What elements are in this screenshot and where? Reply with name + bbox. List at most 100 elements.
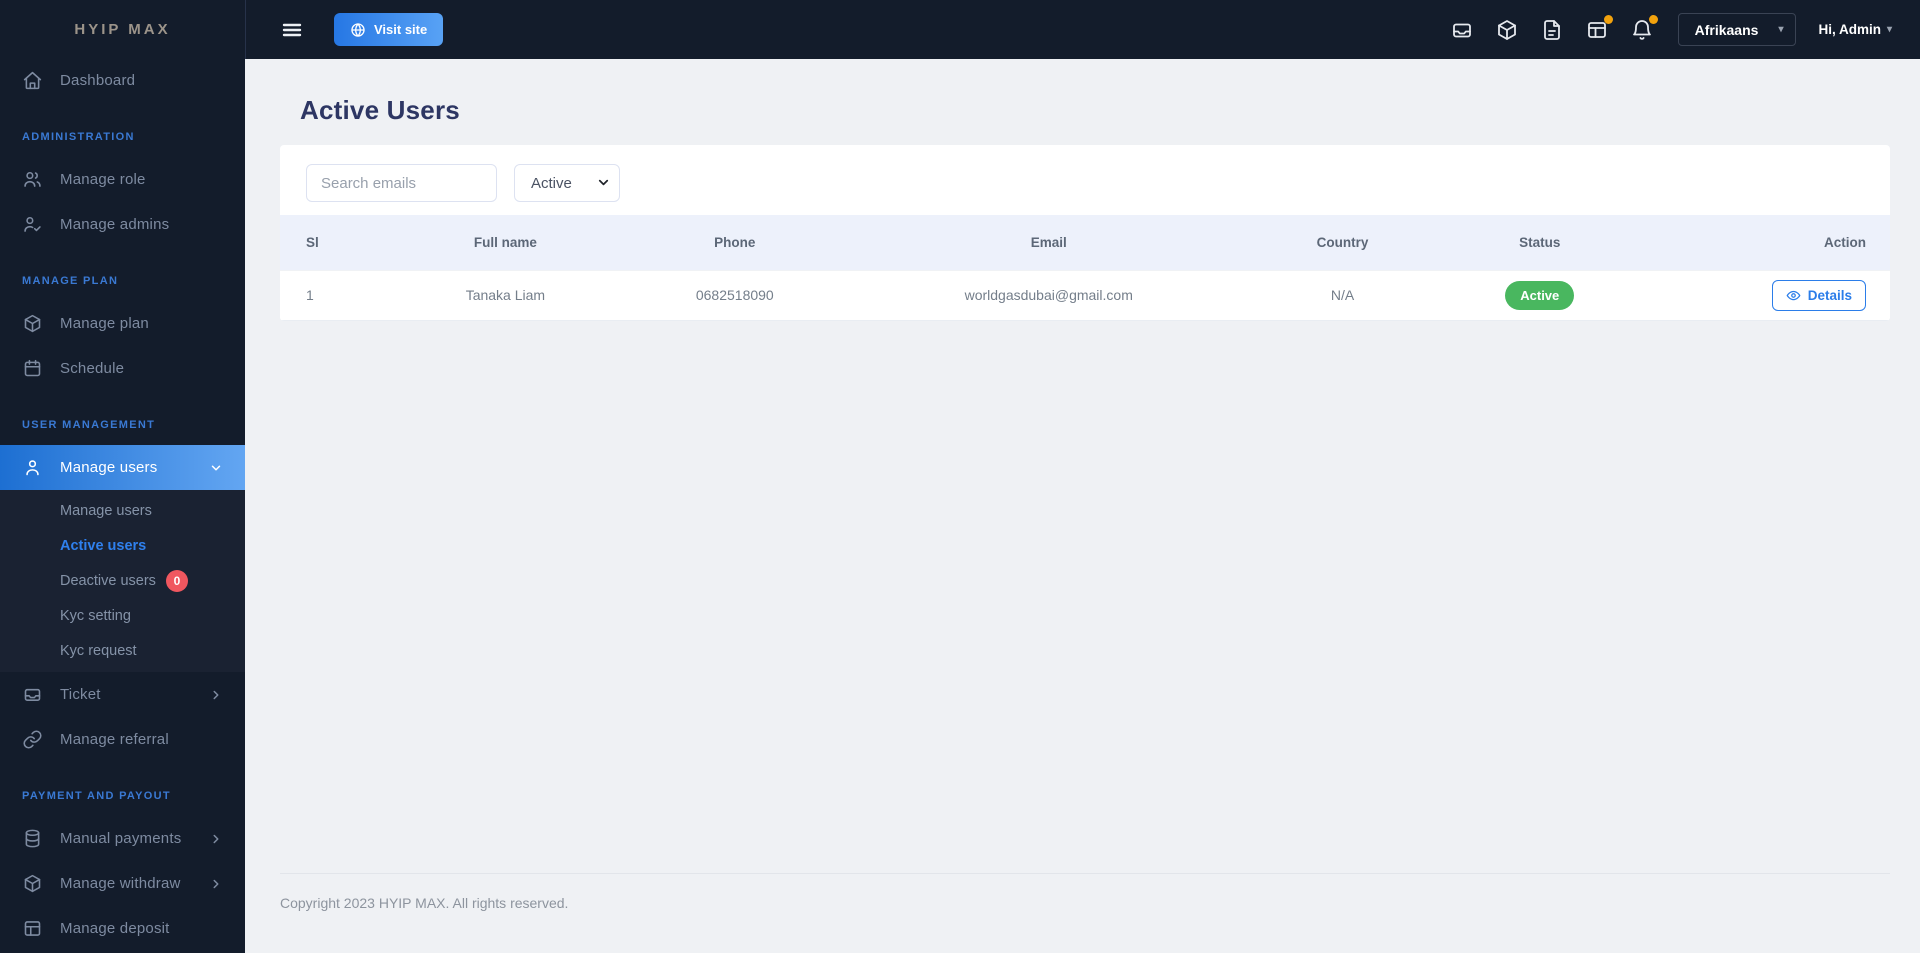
home-icon xyxy=(22,70,43,91)
sidebar-item-manage-referral[interactable]: Manage referral xyxy=(0,717,245,762)
sidebar-item-label: Manage plan xyxy=(60,315,149,332)
sidebar-item-label: Manage users xyxy=(60,459,158,476)
page-footer: Copyright 2023 HYIP MAX. All rights rese… xyxy=(280,873,1890,953)
submenu-item-label: Active users xyxy=(60,537,147,554)
sidebar-item-manage-role[interactable]: Manage role xyxy=(0,157,245,202)
user-check-icon xyxy=(22,214,43,235)
submenu-item-active-users[interactable]: Active users xyxy=(0,528,245,563)
sidebar-section-manage-plan: MANAGE PLAN xyxy=(22,275,119,287)
hamburger-menu-icon[interactable] xyxy=(280,18,304,42)
cell-country: N/A xyxy=(1245,269,1440,321)
column-header-email: Email xyxy=(1030,234,1067,250)
cell-full-name: Tanaka Liam xyxy=(392,269,619,321)
submenu-item-kyc-request[interactable]: Kyc request xyxy=(0,633,245,668)
active-users-table: Sl Full name Phone Email Country Status … xyxy=(280,215,1890,321)
sidebar-item-manage-plan[interactable]: Manage plan xyxy=(0,301,245,346)
users-icon xyxy=(22,169,43,190)
column-header-sl: Sl xyxy=(306,234,319,250)
sidebar-item-manage-deposit[interactable]: Manage deposit xyxy=(0,906,245,951)
sidebar: HYIP MAX Dashboard ADMINISTRATION Manage… xyxy=(0,0,245,953)
submenu-item-label: Kyc request xyxy=(60,642,137,659)
layout-icon xyxy=(22,918,43,939)
user-greeting: Hi, Admin xyxy=(1818,22,1881,37)
status-badge: Active xyxy=(1505,280,1575,310)
chevron-down-icon: ▾ xyxy=(1886,24,1892,35)
column-header-country: Country xyxy=(1316,234,1369,250)
package-icon xyxy=(22,873,43,894)
sidebar-item-label: Manage withdraw xyxy=(60,875,181,892)
sidebar-item-label: Manual payments xyxy=(60,830,182,847)
details-button[interactable]: Details xyxy=(1771,279,1866,311)
chevron-right-icon xyxy=(209,688,223,702)
details-button-label: Details xyxy=(1807,287,1852,303)
cell-email: worldgasdubai@gmail.com xyxy=(851,269,1246,321)
manage-users-submenu: Manage users Active users Deactive users… xyxy=(0,490,245,672)
sidebar-item-label: Schedule xyxy=(60,360,125,377)
sidebar-item-label: Manage role xyxy=(60,171,146,188)
package-icon[interactable] xyxy=(1495,18,1519,42)
submenu-item-label: Deactive users xyxy=(60,572,156,589)
column-header-full-name: Full name xyxy=(473,234,537,250)
language-value: Afrikaans xyxy=(1694,21,1759,38)
table-row: 1 Tanaka Liam 0682518090 worldgasdubai@g… xyxy=(280,269,1890,321)
column-header-action: Action xyxy=(1824,234,1866,250)
visit-site-label: Visit site xyxy=(374,22,428,37)
visit-site-button[interactable]: Visit site xyxy=(334,13,444,46)
user-icon xyxy=(22,457,43,478)
sidebar-item-label: Manage admins xyxy=(60,216,170,233)
sidebar-item-manual-payments[interactable]: Manual payments xyxy=(0,816,245,861)
submenu-item-manage-users[interactable]: Manage users xyxy=(0,493,245,528)
sidebar-section-user-management: USER MANAGEMENT xyxy=(22,419,156,431)
link-icon xyxy=(22,729,43,750)
bell-icon[interactable] xyxy=(1630,14,1658,42)
inbox-icon xyxy=(22,684,43,705)
table-icon[interactable] xyxy=(1585,14,1613,42)
top-navbar: Visit site Afrikaans ▾ Hi, Admin ▾ xyxy=(245,0,1920,59)
submenu-item-kyc-setting[interactable]: Kyc setting xyxy=(0,598,245,633)
table-header-row: Sl Full name Phone Email Country Status … xyxy=(280,215,1890,270)
active-users-card: Active Sl Full name Phone xyxy=(280,145,1890,321)
cell-action: Details xyxy=(1640,269,1890,321)
column-header-status: Status xyxy=(1519,234,1561,250)
sidebar-section-administration: ADMINISTRATION xyxy=(22,131,135,143)
globe-icon xyxy=(350,22,366,38)
sidebar-item-label: Manage referral xyxy=(60,731,169,748)
sidebar-item-label: Manage deposit xyxy=(60,920,170,937)
status-filter-select[interactable]: Active xyxy=(514,164,620,202)
sidebar-item-manage-withdraw[interactable]: Manage withdraw xyxy=(0,861,245,906)
submenu-item-deactive-users[interactable]: Deactive users 0 xyxy=(0,563,245,598)
search-input[interactable] xyxy=(306,164,497,202)
page-title: Active Users xyxy=(300,95,460,125)
cell-status: Active xyxy=(1439,269,1641,321)
eye-icon xyxy=(1786,288,1801,303)
file-text-icon[interactable] xyxy=(1540,18,1564,42)
sidebar-item-label: Ticket xyxy=(60,686,101,703)
column-header-phone: Phone xyxy=(714,234,756,250)
submenu-item-label: Kyc setting xyxy=(60,607,131,624)
copyright-text: Copyright 2023 HYIP MAX. All rights rese… xyxy=(280,895,569,911)
inbox-icon[interactable] xyxy=(1450,18,1474,42)
submenu-item-label: Manage users xyxy=(60,502,152,519)
cell-sl: 1 xyxy=(280,269,393,321)
chevron-down-icon: ▾ xyxy=(1778,24,1784,35)
content-area: Active Users Active xyxy=(245,59,1920,873)
chevron-down-icon xyxy=(209,461,223,475)
chevron-right-icon xyxy=(209,832,223,846)
status-filter: Active xyxy=(514,164,620,202)
cell-phone: 0682518090 xyxy=(618,269,852,321)
sidebar-item-schedule[interactable]: Schedule xyxy=(0,346,245,391)
filters-row: Active xyxy=(280,145,1890,215)
sidebar-section-payment-and-payout: PAYMENT AND PAYOUT xyxy=(22,790,171,802)
sidebar-item-label: Dashboard xyxy=(60,72,136,89)
language-selector[interactable]: Afrikaans ▾ xyxy=(1677,13,1797,46)
package-icon xyxy=(22,313,43,334)
sidebar-item-dashboard[interactable]: Dashboard xyxy=(0,58,245,103)
main-area: Visit site Afrikaans ▾ Hi, Admin ▾ Activ… xyxy=(245,0,1920,953)
sidebar-item-manage-users[interactable]: Manage users xyxy=(0,445,245,490)
sidebar-item-manage-admins[interactable]: Manage admins xyxy=(0,202,245,247)
database-icon xyxy=(22,828,43,849)
brand-logo: HYIP MAX xyxy=(74,20,171,38)
chevron-right-icon xyxy=(209,877,223,891)
sidebar-item-ticket[interactable]: Ticket xyxy=(0,672,245,717)
user-menu[interactable]: Hi, Admin ▾ xyxy=(1818,22,1892,37)
